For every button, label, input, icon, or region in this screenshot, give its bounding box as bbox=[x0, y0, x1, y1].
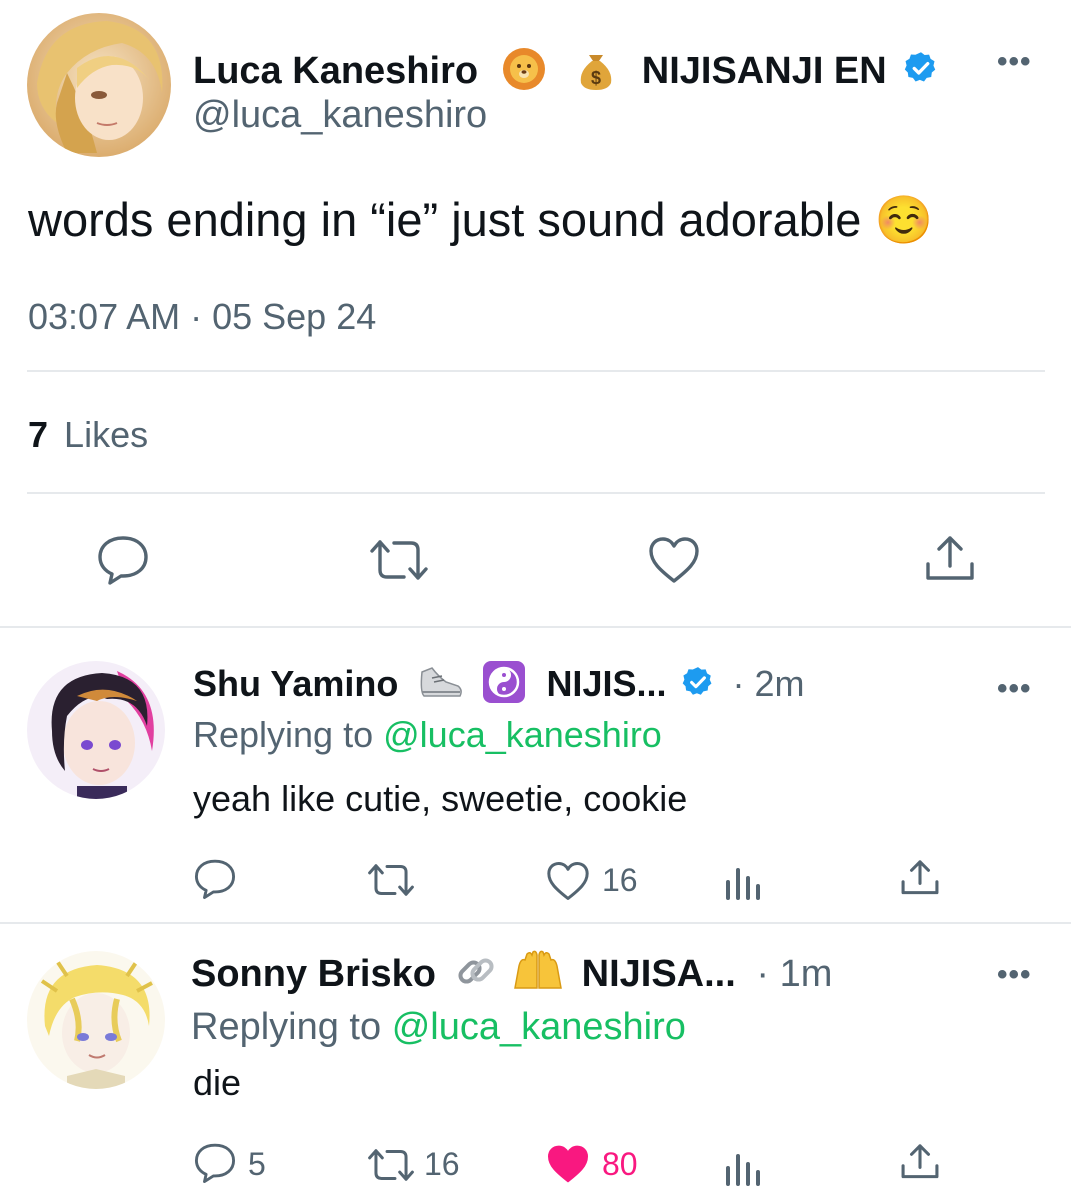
reply-icon[interactable] bbox=[193, 1142, 237, 1184]
money-bag-icon: $ bbox=[575, 45, 617, 101]
replying-to-label: Replying to bbox=[193, 714, 374, 755]
shu-name-row: Shu Yamino NIJIS... · 2m bbox=[193, 660, 805, 713]
luca-avatar[interactable] bbox=[27, 13, 171, 157]
like-count: 80 bbox=[602, 1146, 638, 1182]
shu-avatar[interactable] bbox=[27, 661, 165, 799]
luca-handle[interactable]: @luca_kaneshiro bbox=[193, 94, 487, 137]
verified-badge-icon bbox=[681, 665, 715, 708]
tweet-timestamp[interactable]: 03:07 AM · 05 Sep 24 bbox=[28, 296, 376, 338]
divider bbox=[0, 626, 1071, 628]
like-heart-icon[interactable] bbox=[648, 536, 700, 584]
reply-count: 5 bbox=[248, 1146, 266, 1182]
sonny-avatar[interactable] bbox=[27, 951, 165, 1089]
like-count: 16 bbox=[602, 862, 638, 898]
retweet-count: 16 bbox=[424, 1146, 460, 1182]
link-icon bbox=[455, 950, 497, 1002]
replying-to-handle[interactable]: @luca_kaneshiro bbox=[383, 714, 662, 755]
shu-reply-time[interactable]: · 2m bbox=[733, 663, 805, 704]
analytics-icon[interactable] bbox=[724, 864, 764, 900]
share-icon[interactable] bbox=[900, 1142, 940, 1182]
lion-icon bbox=[501, 45, 547, 101]
sonny-reply-time[interactable]: · 1m bbox=[756, 953, 832, 995]
tweet-text: words ending in “ie” just sound adorable… bbox=[28, 193, 934, 246]
likes-count: 7 bbox=[28, 414, 49, 455]
luca-affiliation: NIJISANJI EN bbox=[641, 50, 887, 93]
shu-replying-to: Replying to @luca_kaneshiro bbox=[193, 714, 662, 756]
luca-display-name[interactable]: Luca Kaneshiro bbox=[193, 50, 478, 92]
svg-text:$: $ bbox=[591, 68, 601, 88]
reply-icon[interactable] bbox=[96, 534, 150, 586]
sonny-reply-text: die bbox=[193, 1062, 242, 1103]
analytics-icon[interactable] bbox=[724, 1150, 764, 1186]
shu-reply-text: yeah like cutie, sweetie, cookie bbox=[193, 778, 688, 819]
divider bbox=[27, 492, 1045, 494]
replying-to-handle[interactable]: @luca_kaneshiro bbox=[392, 1006, 686, 1048]
more-options-icon[interactable]: ••• bbox=[997, 672, 1032, 706]
sonny-name-row: Sonny Brisko NIJISA... · 1m bbox=[191, 950, 832, 1002]
more-options-icon[interactable]: ••• bbox=[997, 958, 1032, 992]
verified-badge-icon bbox=[903, 50, 939, 96]
divider bbox=[0, 922, 1071, 924]
replying-to-label: Replying to bbox=[191, 1006, 382, 1048]
retweet-icon[interactable] bbox=[366, 861, 416, 899]
yin-yang-icon bbox=[482, 660, 526, 713]
share-icon[interactable] bbox=[900, 858, 940, 898]
shu-display-name[interactable]: Shu Yamino bbox=[193, 663, 398, 704]
sonny-replying-to: Replying to @luca_kaneshiro bbox=[191, 1006, 686, 1049]
likes-label: Likes bbox=[64, 414, 149, 455]
sonny-display-name[interactable]: Sonny Brisko bbox=[191, 953, 436, 995]
shu-affiliation: NIJIS... bbox=[546, 663, 667, 705]
luca-name-row: Luca Kaneshiro $ NIJISANJI EN bbox=[193, 45, 939, 101]
sneaker-icon bbox=[418, 662, 464, 711]
divider bbox=[27, 370, 1045, 372]
raising-hands-icon bbox=[511, 950, 565, 1002]
liked-heart-icon[interactable] bbox=[546, 1144, 590, 1184]
share-icon[interactable] bbox=[924, 534, 976, 584]
like-heart-icon[interactable] bbox=[546, 861, 590, 901]
reply-icon[interactable] bbox=[193, 858, 237, 900]
more-options-icon[interactable]: ••• bbox=[997, 45, 1032, 79]
sonny-affiliation: NIJISA... bbox=[581, 953, 736, 996]
likes-summary[interactable]: 7 Likes bbox=[28, 414, 148, 456]
retweet-icon[interactable] bbox=[366, 1146, 416, 1184]
retweet-icon[interactable] bbox=[368, 536, 430, 584]
